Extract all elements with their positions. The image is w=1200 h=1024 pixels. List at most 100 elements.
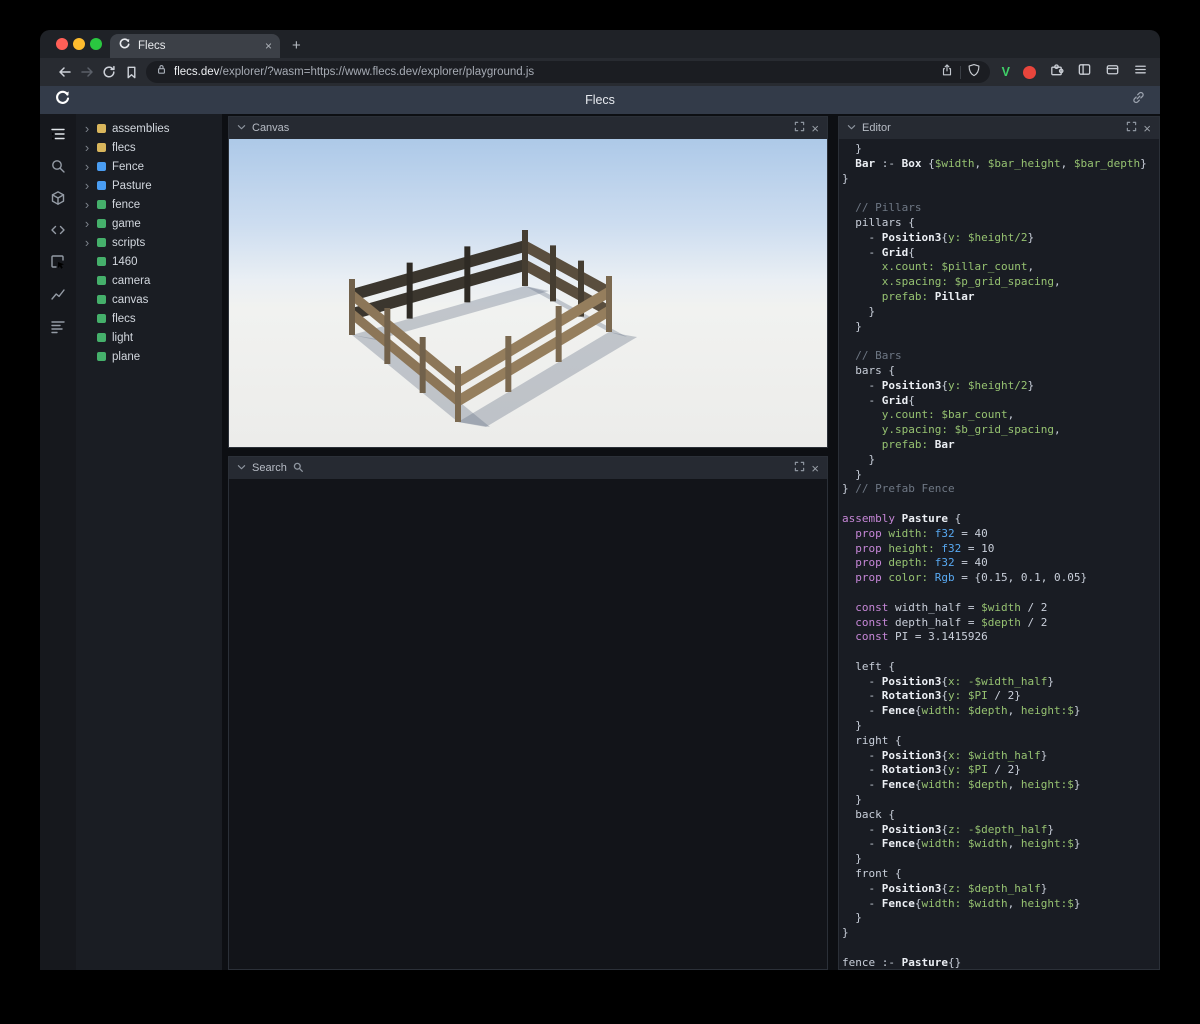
tree-item-camera[interactable]: camera xyxy=(76,271,222,290)
search-panel-header: Search × xyxy=(229,457,827,479)
code-line: - Position3{z: -$depth_half} xyxy=(842,822,1054,836)
app-main: › assemblies › flecs › Fence › Pasture › fence › ga… xyxy=(40,114,1160,970)
expand-panel-icon[interactable] xyxy=(794,461,805,475)
entity-kind-dot xyxy=(97,352,106,361)
tree-item-flecs[interactable]: › flecs xyxy=(76,138,222,157)
expand-arrow-icon[interactable]: › xyxy=(83,122,91,135)
expand-arrow-icon[interactable]: › xyxy=(83,160,91,173)
extensions-puzzle-icon[interactable] xyxy=(1049,62,1064,82)
tab-title: Flecs xyxy=(138,40,166,52)
url-domain: flecs.dev xyxy=(174,66,220,78)
statistics-chart-icon[interactable] xyxy=(47,283,69,305)
wallet-icon[interactable] xyxy=(1105,62,1120,82)
collapse-chevron-icon[interactable] xyxy=(847,122,856,134)
code-line: } xyxy=(842,467,862,481)
sidebar-toggle-icon[interactable] xyxy=(1077,62,1092,82)
canvas-panel-header: Canvas × xyxy=(229,117,827,139)
tree-item-label: flecs xyxy=(112,312,136,325)
entity-kind-dot xyxy=(97,181,106,190)
code-line: } xyxy=(842,304,876,318)
bookmark-tab-icon[interactable] xyxy=(120,61,142,83)
search-panel: Search × xyxy=(228,456,828,970)
inspect-cursor-icon[interactable] xyxy=(47,251,69,273)
tree-item-game[interactable]: › game xyxy=(76,214,222,233)
brave-shield-icon[interactable] xyxy=(967,63,981,82)
extension-v-icon[interactable]: V xyxy=(1002,65,1010,79)
extension-red-icon[interactable] xyxy=(1023,65,1036,79)
expand-arrow-icon[interactable]: › xyxy=(83,236,91,249)
tree-item-assemblies[interactable]: › assemblies xyxy=(76,119,222,138)
entity-tree-icon[interactable] xyxy=(47,123,69,145)
code-line: } xyxy=(842,719,862,733)
close-window-button[interactable] xyxy=(56,38,68,50)
tree-item-flecs[interactable]: flecs xyxy=(76,309,222,328)
code-line: const depth_half = $depth / 2 xyxy=(855,615,1048,629)
tree-item-Fence[interactable]: › Fence xyxy=(76,157,222,176)
tree-item-scripts[interactable]: › scripts xyxy=(76,233,222,252)
collapse-chevron-icon[interactable] xyxy=(237,462,246,474)
tree-item-canvas[interactable]: canvas xyxy=(76,290,222,309)
close-panel-icon[interactable]: × xyxy=(811,122,819,135)
expand-panel-icon[interactable] xyxy=(1126,121,1137,135)
code-line: y.spacing: $b_grid_spacing, xyxy=(881,423,1061,437)
entity-kind-dot xyxy=(97,143,106,152)
code-line: const width_half = $width / 2 xyxy=(855,600,1048,614)
url-text: flecs.dev/explorer/?wasm=https://www.fle… xyxy=(174,66,934,78)
code-area[interactable]: } Bar :- Box {$width, $bar_height, $bar_… xyxy=(842,142,1159,969)
expand-arrow-icon[interactable]: › xyxy=(83,179,91,192)
collapse-chevron-icon[interactable] xyxy=(237,122,246,134)
tree-item-fence[interactable]: › fence xyxy=(76,195,222,214)
code-line: left { xyxy=(842,659,895,673)
canvas-3d-viewport[interactable] xyxy=(229,139,827,447)
code-line: - Rotation3{y: $PI / 2} xyxy=(842,763,1021,777)
new-tab-button[interactable]: + xyxy=(280,37,301,58)
tab-close-icon[interactable]: × xyxy=(265,40,272,52)
lock-icon xyxy=(155,63,168,81)
tree-item-plane[interactable]: plane xyxy=(76,347,222,366)
link-icon[interactable] xyxy=(1131,90,1146,110)
reload-button[interactable] xyxy=(98,61,120,83)
code-line: prop width: f32 = 40 xyxy=(855,526,988,540)
code-line: - Fence{width: $width, height:$} xyxy=(842,837,1081,851)
menu-hamburger-icon[interactable] xyxy=(1133,62,1148,82)
expand-panel-icon[interactable] xyxy=(794,121,805,135)
code-line: prefab: Bar xyxy=(881,437,955,451)
address-bar[interactable]: flecs.dev/explorer/?wasm=https://www.fle… xyxy=(146,61,990,83)
entities-cube-icon[interactable] xyxy=(47,187,69,209)
rows-stats-icon[interactable] xyxy=(47,315,69,337)
tool-sidebar xyxy=(40,114,76,970)
search-results-area xyxy=(229,479,827,969)
close-panel-icon[interactable]: × xyxy=(1143,122,1151,135)
expand-arrow-icon[interactable]: › xyxy=(83,217,91,230)
canvas-panel: Canvas × xyxy=(228,116,828,448)
tree-item-Pasture[interactable]: › Pasture xyxy=(76,176,222,195)
code-line: - Fence{width: $width, height:$} xyxy=(842,896,1081,910)
url-path: /explorer/?wasm=https://www.flecs.dev/ex… xyxy=(219,66,535,78)
close-panel-icon[interactable]: × xyxy=(811,462,819,475)
expand-arrow-icon[interactable]: › xyxy=(83,198,91,211)
code-line: x.count: $pillar_count, xyxy=(881,260,1035,274)
share-icon[interactable] xyxy=(940,63,954,82)
entity-kind-dot xyxy=(97,162,106,171)
minimize-window-button[interactable] xyxy=(73,38,85,50)
code-editor-icon[interactable] xyxy=(47,219,69,241)
entity-kind-dot xyxy=(97,257,106,266)
canvas-3d-scene xyxy=(229,139,827,447)
code-line: - Position3{x: $width_half} xyxy=(842,748,1048,762)
code-line: fence :- Pasture{} xyxy=(842,955,962,969)
tree-item-light[interactable]: light xyxy=(76,328,222,347)
expand-arrow-icon[interactable]: › xyxy=(83,141,91,154)
code-line: back { xyxy=(842,807,895,821)
zoom-window-button[interactable] xyxy=(90,38,102,50)
forward-button[interactable] xyxy=(76,61,98,83)
back-button[interactable] xyxy=(54,61,76,83)
tree-item-1460[interactable]: 1460 xyxy=(76,252,222,271)
tree-item-label: camera xyxy=(112,274,151,287)
browser-tab[interactable]: Flecs × xyxy=(110,34,280,58)
search-tool-icon[interactable] xyxy=(47,155,69,177)
tree-item-label: Pasture xyxy=(112,179,152,192)
